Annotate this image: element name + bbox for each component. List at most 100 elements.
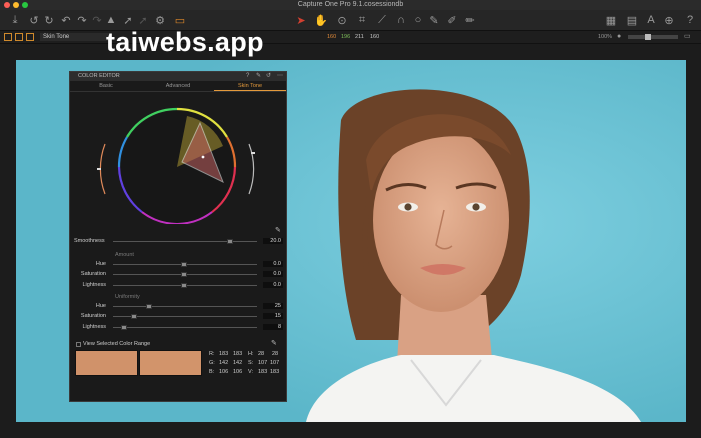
crop-icon[interactable]: ⌗ — [354, 12, 370, 28]
copy-layers-icon[interactable]: ▭ — [172, 12, 188, 28]
panel-reset-icon[interactable]: ↺ — [266, 72, 271, 81]
color-swatch-after — [139, 350, 202, 376]
help-icon[interactable]: ? — [682, 12, 698, 28]
panel-picker-icon[interactable]: ✎ — [256, 72, 261, 81]
uniformity-hue-track[interactable] — [113, 306, 257, 307]
hand-icon[interactable]: ✋ — [313, 12, 329, 28]
v-value-2: 183 — [270, 369, 280, 375]
rotate-left-icon[interactable]: ↺ — [26, 12, 42, 28]
s-label: S: — [248, 360, 254, 366]
brush-icon[interactable]: ✐ — [444, 12, 460, 28]
readout-3: 211 — [355, 34, 364, 40]
tab-basic[interactable]: Basic — [70, 82, 142, 91]
amount-hue-value[interactable]: 0.0 — [263, 261, 283, 267]
watermark-text: taiwebs.app — [106, 27, 264, 57]
arrow-disabled-icon: ➚ — [138, 14, 148, 27]
amount-lightness-value[interactable]: 0.0 — [263, 282, 283, 288]
amount-saturation-handle[interactable] — [181, 272, 187, 277]
uniformity-lightness-value[interactable]: 8 — [263, 324, 283, 330]
amount-saturation-value[interactable]: 0.0 — [263, 271, 283, 277]
person-icon[interactable]: ● — [617, 33, 621, 41]
uniformity-saturation-label: Saturation — [80, 313, 106, 319]
r-value-1: 183 — [219, 351, 229, 357]
rotate-right-icon[interactable]: ↻ — [41, 12, 57, 28]
amount-saturation-label: Saturation — [80, 271, 106, 277]
grid-layout-icon[interactable] — [4, 33, 12, 41]
uniformity-lightness-track[interactable] — [113, 327, 257, 328]
v-value-1: 183 — [258, 369, 268, 375]
title-bar: Capture One Pro 9.1.cosessiondb — [0, 0, 701, 10]
uniformity-heading: Uniformity — [115, 294, 140, 300]
uniformity-lightness-handle[interactable] — [121, 325, 127, 330]
globe-icon[interactable]: ⊕ — [661, 12, 677, 28]
keystone-icon[interactable]: ∩ — [393, 12, 409, 28]
smoothness-slider-handle[interactable] — [227, 239, 233, 244]
browser-icon[interactable]: ▤ — [624, 12, 640, 28]
panel-header: COLOR EDITOR ? ✎ ↺ ⋯ — [70, 72, 286, 81]
preset-field[interactable]: Skin Tone — [40, 33, 110, 41]
tab-skin-tone[interactable]: Skin Tone — [214, 82, 286, 91]
gear-icon[interactable]: ⚙ — [152, 12, 168, 28]
zoom-slider[interactable] — [628, 35, 678, 39]
color-readout: R: 183 183 H: 28 28 G: 142 142 S: 107 10… — [206, 350, 284, 376]
r-label: R: — [209, 351, 215, 357]
fit-icon[interactable]: ▭ — [684, 33, 691, 41]
text-icon[interactable]: A — [643, 12, 659, 28]
zoom-level: 100% — [598, 34, 613, 40]
cursor-icon[interactable]: ➤ — [293, 12, 309, 28]
g-value-1: 142 — [219, 360, 229, 366]
b-value-1: 106 — [219, 369, 229, 375]
spot-icon[interactable]: ○ — [410, 12, 426, 28]
eraser-icon[interactable]: ✏ — [462, 12, 478, 28]
color-wheel[interactable] — [87, 104, 267, 224]
b-label: B: — [209, 369, 215, 375]
uniformity-hue-handle[interactable] — [146, 304, 152, 309]
picker-icon[interactable]: ✎ — [426, 12, 442, 28]
smoothness-label: Smoothness — [74, 238, 105, 244]
range-picker-icon[interactable]: ✎ — [271, 339, 277, 347]
smoothness-value[interactable]: 20.0 — [263, 238, 283, 244]
g-value-2: 142 — [233, 360, 243, 366]
zoom-icon[interactable]: ⊙ — [334, 12, 350, 28]
amount-lightness-label: Lightness — [82, 282, 106, 288]
undo-icon[interactable]: ↶ — [58, 12, 74, 28]
wheel-picker-icon[interactable]: ✎ — [275, 226, 281, 234]
amount-heading: Amount — [115, 252, 134, 258]
g-label: G: — [209, 360, 215, 366]
single-layout-icon[interactable] — [26, 33, 34, 41]
import-icon[interactable]: ⤓ — [7, 12, 23, 28]
zoom-slider-handle[interactable] — [645, 34, 651, 40]
r-value-2: 183 — [233, 351, 243, 357]
s-value-2: 107 — [270, 360, 280, 366]
straighten-icon[interactable]: ⟋ — [374, 12, 390, 28]
redo-icon[interactable]: ↷ — [74, 12, 90, 28]
s-value-1: 107 — [258, 360, 268, 366]
smoothness-slider-track[interactable] — [113, 241, 257, 242]
uniformity-hue-label: Hue — [95, 303, 106, 309]
readout-1: 160 — [327, 34, 337, 40]
b-value-2: 106 — [233, 369, 243, 375]
list-layout-icon[interactable] — [15, 33, 23, 41]
uniformity-hue-value[interactable]: 25 — [263, 303, 283, 309]
readout-4: 160 — [370, 34, 380, 40]
color-swatch-before — [75, 350, 138, 376]
color-editor-tabs: Basic Advanced Skin Tone — [70, 82, 286, 92]
panel-menu-icon[interactable]: ⋯ — [277, 72, 283, 81]
v-label: V: — [248, 369, 253, 375]
uniformity-saturation-value[interactable]: 15 — [263, 313, 283, 319]
amount-hue-handle[interactable] — [181, 262, 187, 267]
h-label: H: — [248, 351, 254, 357]
uniformity-lightness-label: Lightness — [82, 324, 106, 330]
view-range-checkbox[interactable] — [76, 342, 81, 347]
uniformity-saturation-handle[interactable] — [131, 314, 137, 319]
warning-icon[interactable]: ▲ — [103, 12, 119, 28]
view-range-label: View Selected Color Range — [83, 341, 151, 347]
h-value-2: 28 — [272, 351, 279, 357]
h-value-1: 28 — [258, 351, 265, 357]
panel-help-icon[interactable]: ? — [246, 72, 249, 81]
amount-lightness-handle[interactable] — [181, 283, 187, 288]
tab-advanced[interactable]: Advanced — [142, 82, 214, 91]
amount-hue-label: Hue — [95, 261, 106, 267]
grid-view-icon[interactable]: ▦ — [603, 12, 619, 28]
arrow-icon[interactable]: ➚ — [120, 12, 136, 28]
